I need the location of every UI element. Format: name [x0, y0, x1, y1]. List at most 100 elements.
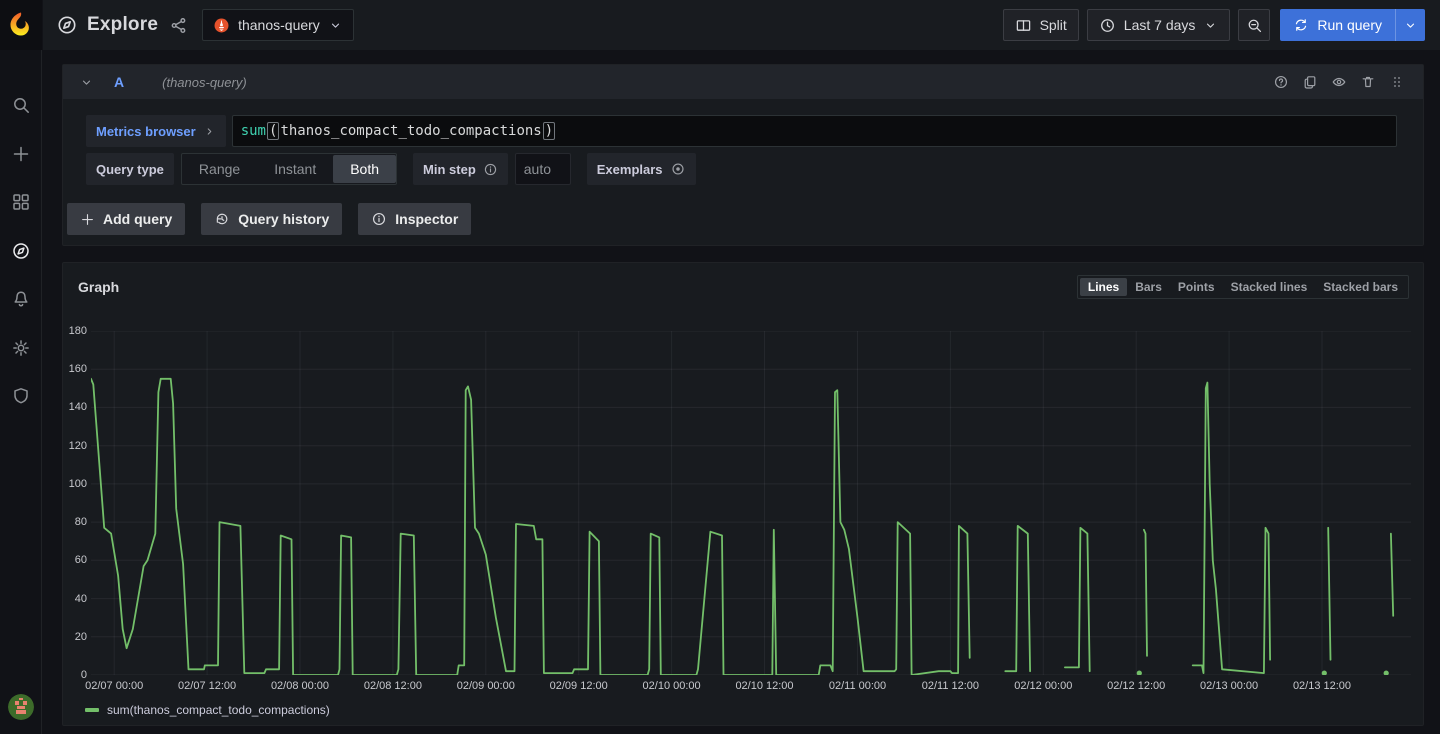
- y-axis-tick: 80: [63, 516, 87, 528]
- run-query-label: Run query: [1317, 17, 1382, 33]
- y-axis-tick: 100: [63, 478, 87, 490]
- grafana-logo[interactable]: [0, 0, 42, 50]
- plus-icon: [80, 212, 95, 227]
- y-axis-tick: 60: [63, 554, 87, 566]
- sidebar-item-search[interactable]: [0, 81, 42, 130]
- query-type-label: Query type: [86, 153, 174, 185]
- split-button[interactable]: Split: [1003, 9, 1079, 41]
- apps-grid-icon: [11, 192, 31, 212]
- bell-icon: [11, 289, 31, 309]
- copy-icon[interactable]: [1302, 74, 1318, 90]
- y-axis-labels: 0 20 40 60 80 100 120 140 160 180: [63, 263, 87, 725]
- x-axis-tick: 02/10 00:00: [643, 680, 701, 692]
- query-type-range[interactable]: Range: [182, 155, 257, 183]
- shield-icon: [11, 386, 31, 406]
- metrics-browser-toggle[interactable]: Metrics browser: [86, 115, 226, 147]
- x-axis-tick: 02/13 00:00: [1200, 680, 1258, 692]
- sidebar-nav: [0, 81, 42, 421]
- min-step-label: Min step: [413, 153, 508, 185]
- history-icon: [214, 211, 230, 227]
- split-label: Split: [1040, 17, 1067, 33]
- drag-handle-icon[interactable]: [1389, 74, 1405, 90]
- graph-mode-points[interactable]: Points: [1170, 278, 1223, 296]
- run-query-button[interactable]: Run query: [1280, 9, 1425, 41]
- eye-icon[interactable]: [1331, 74, 1347, 90]
- sync-icon: [1293, 17, 1309, 33]
- user-avatar[interactable]: [8, 694, 34, 720]
- zoom-out-button[interactable]: [1238, 9, 1270, 41]
- x-axis-tick: 02/07 00:00: [85, 680, 143, 692]
- sidebar-item-dashboards[interactable]: [0, 178, 42, 227]
- x-axis-tick: 02/13 12:00: [1293, 680, 1351, 692]
- grafana-explore-app: Explore thanos-query Split Last 7 days: [0, 0, 1440, 734]
- series-legend[interactable]: sum(thanos_compact_todo_compactions): [85, 703, 330, 717]
- time-range-picker[interactable]: Last 7 days: [1087, 9, 1231, 41]
- sidebar: [0, 0, 42, 734]
- help-circle-icon[interactable]: [1273, 74, 1289, 90]
- circle-dot-toggle-icon[interactable]: [670, 161, 686, 177]
- exemplars-label: Exemplars: [587, 153, 696, 185]
- promql-query-input[interactable]: sum(thanos_compact_todo_compactions): [232, 115, 1397, 147]
- sidebar-item-alerting[interactable]: [0, 275, 42, 324]
- graph-mode-bars[interactable]: Bars: [1127, 278, 1170, 296]
- chevron-right-icon: [203, 125, 216, 138]
- x-axis-tick: 02/07 12:00: [178, 680, 236, 692]
- prometheus-datasource-icon: [213, 17, 230, 34]
- open-paren-token: (: [267, 122, 279, 140]
- query-type-instant[interactable]: Instant: [257, 155, 333, 183]
- info-circle-icon: [371, 211, 387, 227]
- chevron-down-icon: [328, 18, 343, 33]
- x-axis-tick: 02/10 12:00: [735, 680, 793, 692]
- x-axis-tick: 02/08 00:00: [271, 680, 329, 692]
- query-editor-panel: A (thanos-query) Metrics browser sum(tha…: [62, 64, 1424, 246]
- x-axis-tick: 02/11 12:00: [922, 680, 979, 692]
- inspector-button[interactable]: Inspector: [358, 203, 471, 235]
- y-axis-tick: 20: [63, 631, 87, 643]
- y-axis-tick: 120: [63, 440, 87, 452]
- query-datasource-hint: (thanos-query): [162, 75, 247, 90]
- y-axis-tick: 180: [63, 325, 87, 337]
- sidebar-item-configuration[interactable]: [0, 324, 42, 373]
- collapse-chevron-icon[interactable]: [79, 75, 94, 90]
- legend-color-swatch: [85, 708, 99, 712]
- datasource-name: thanos-query: [238, 17, 320, 33]
- run-query-dropdown[interactable]: [1395, 9, 1425, 41]
- zoom-out-icon: [1246, 17, 1263, 34]
- query-type-radio-group: RangeInstantBoth: [181, 153, 397, 185]
- sidebar-item-explore[interactable]: [0, 227, 42, 276]
- graph-mode-stacked-lines[interactable]: Stacked lines: [1223, 278, 1316, 296]
- compass-icon: [11, 241, 31, 261]
- graph-panel: Graph LinesBarsPointsStacked linesStacke…: [62, 262, 1424, 726]
- y-axis-tick: 160: [63, 363, 87, 375]
- graph-mode-stacked-bars[interactable]: Stacked bars: [1315, 278, 1406, 296]
- x-axis-tick: 02/08 12:00: [364, 680, 422, 692]
- x-axis-tick: 02/12 12:00: [1107, 680, 1165, 692]
- query-function-token: sum: [241, 123, 266, 139]
- sidebar-item-server-admin[interactable]: [0, 372, 42, 421]
- add-query-button[interactable]: Add query: [67, 203, 185, 235]
- compass-icon: [56, 14, 78, 36]
- graph-mode-lines[interactable]: Lines: [1080, 278, 1127, 296]
- info-circle-icon: [483, 162, 498, 177]
- close-paren-token: ): [543, 122, 555, 140]
- datasource-picker[interactable]: thanos-query: [202, 9, 354, 41]
- trash-icon[interactable]: [1360, 74, 1376, 90]
- query-metric-token: thanos_compact_todo_compactions: [280, 123, 541, 139]
- query-type-both[interactable]: Both: [333, 155, 396, 183]
- time-range-label: Last 7 days: [1124, 17, 1196, 33]
- search-icon: [11, 95, 31, 115]
- query-ref-id[interactable]: A: [114, 74, 124, 90]
- share-alt-icon[interactable]: [169, 16, 188, 35]
- x-axis-tick: 02/12 00:00: [1014, 680, 1072, 692]
- min-step-input[interactable]: [515, 153, 571, 185]
- y-axis-tick: 40: [63, 593, 87, 605]
- metrics-browser-label: Metrics browser: [96, 124, 196, 139]
- time-series-chart[interactable]: [91, 331, 1411, 675]
- page-title: Explore: [87, 14, 158, 36]
- plus-icon: [11, 144, 31, 164]
- y-axis-tick: 140: [63, 401, 87, 413]
- sidebar-item-create[interactable]: [0, 130, 42, 179]
- x-axis-tick: 02/11 00:00: [829, 680, 886, 692]
- y-axis-tick: 0: [63, 669, 87, 681]
- query-history-button[interactable]: Query history: [201, 203, 342, 235]
